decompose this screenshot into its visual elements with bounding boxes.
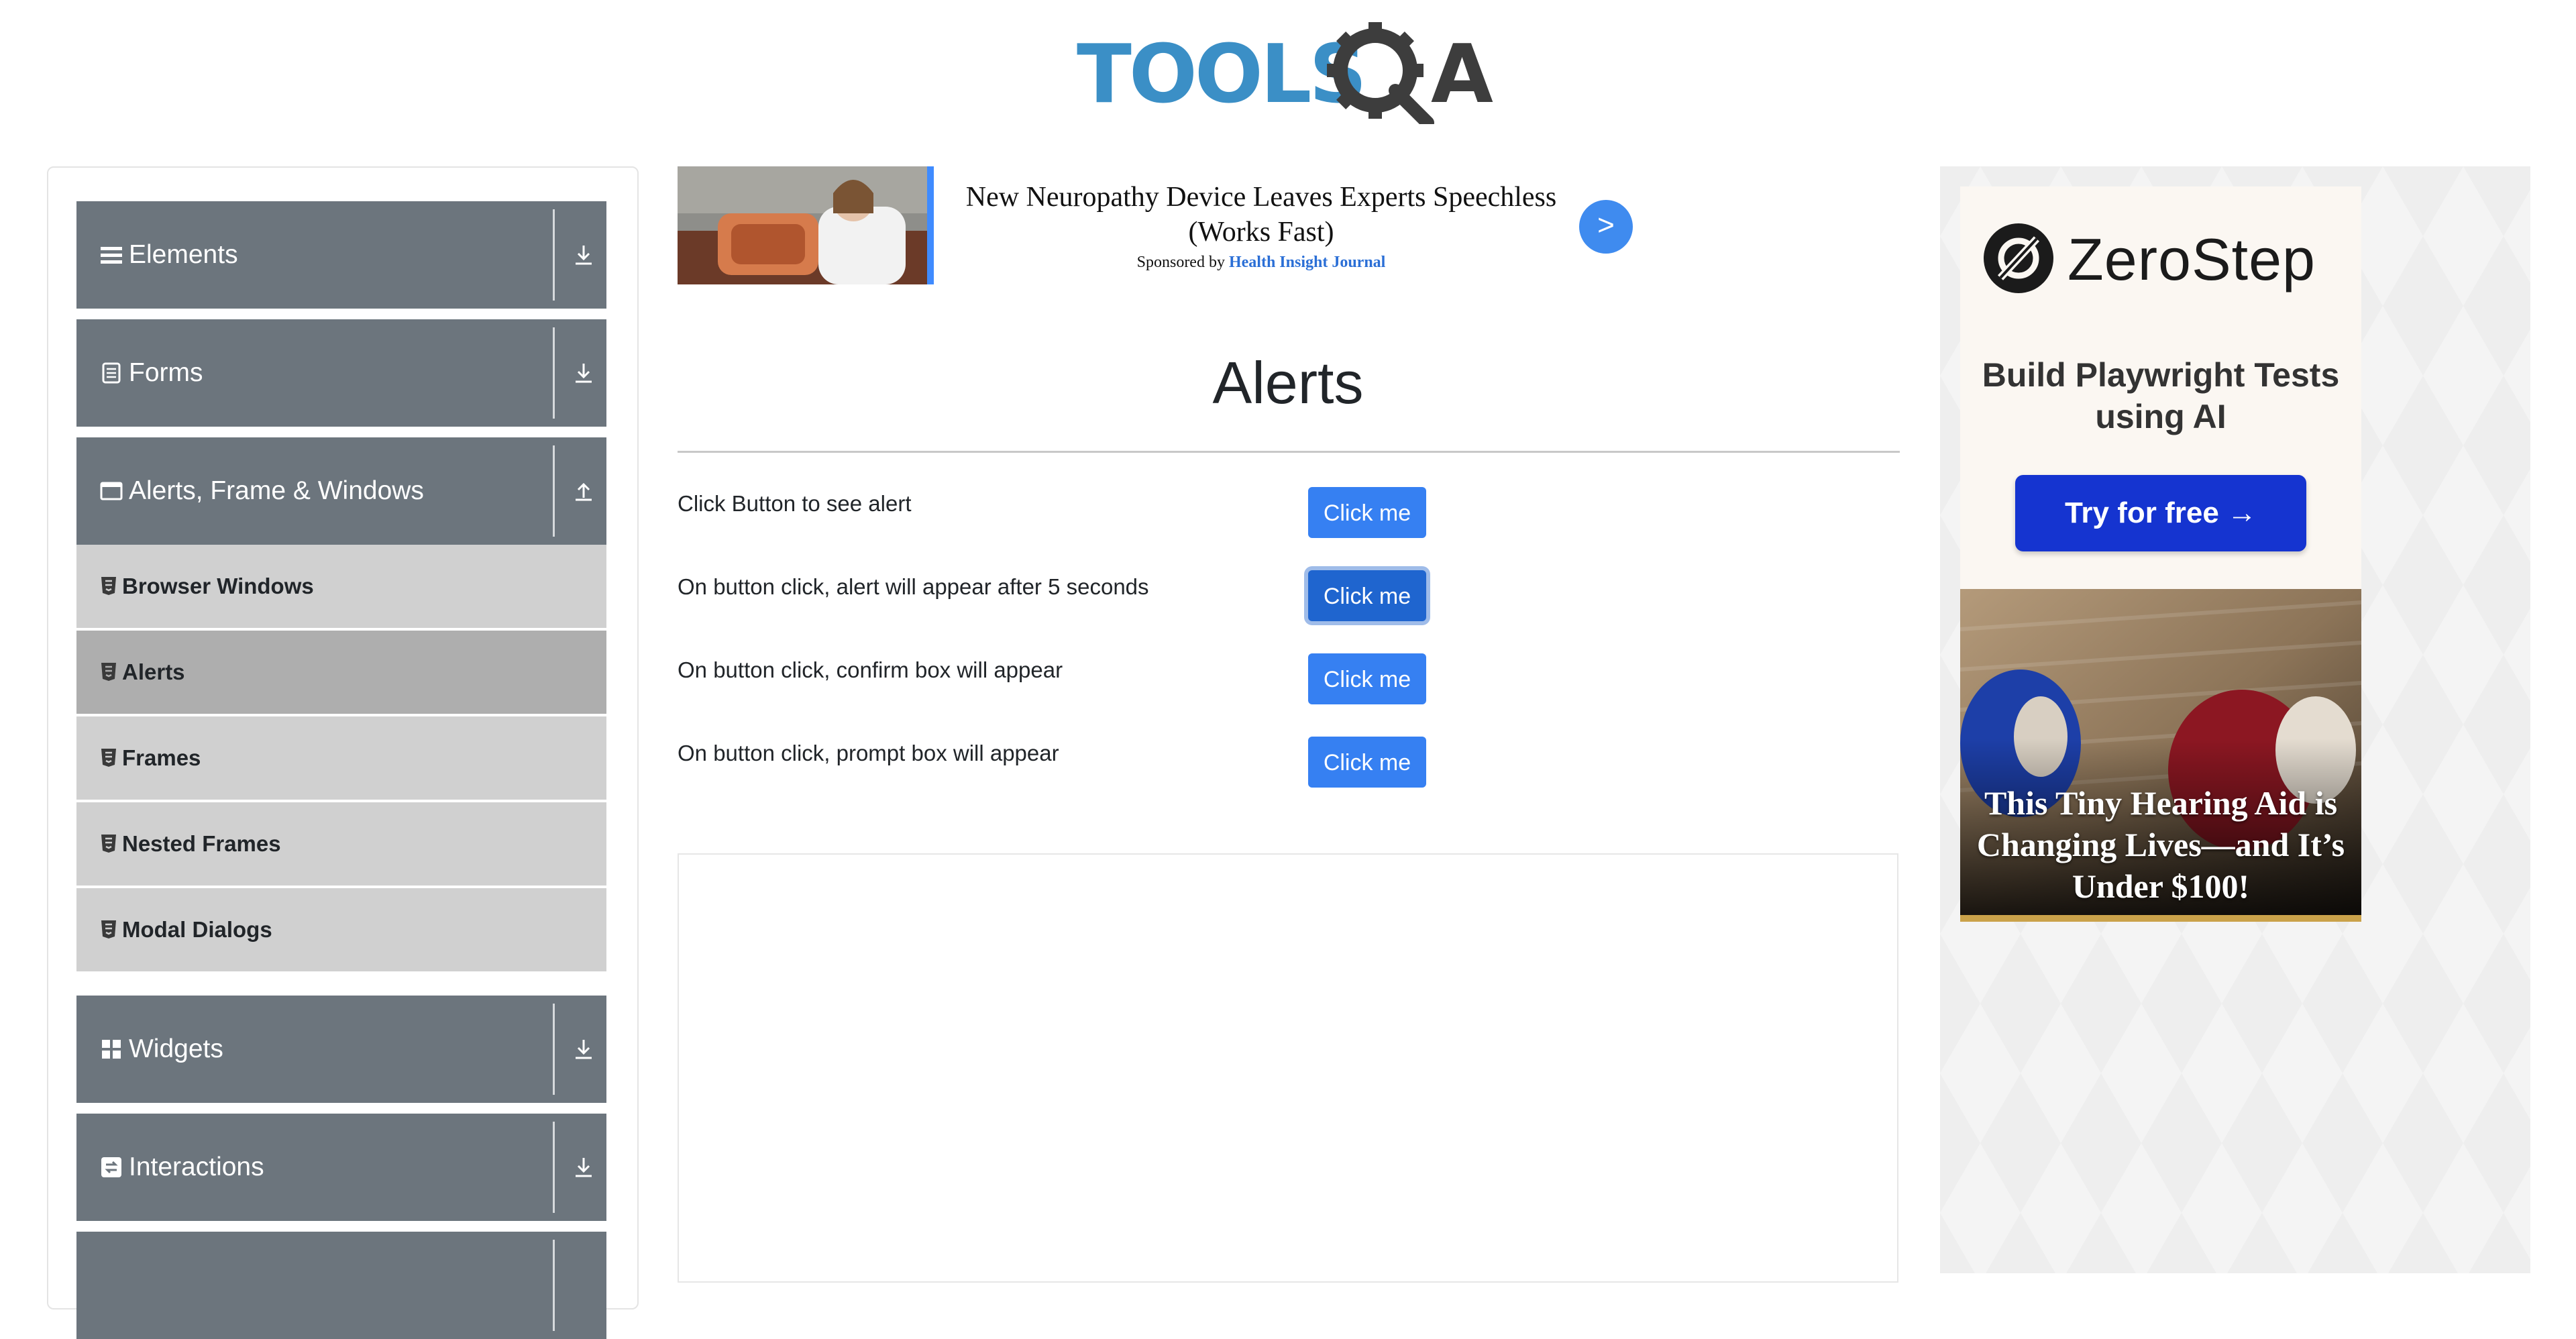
sidebar-item-label: Nested Frames: [122, 831, 281, 856]
html5-icon: [101, 835, 116, 853]
download-arrow-icon[interactable]: [570, 242, 597, 268]
document-icon: [102, 362, 121, 384]
sidebar-item-nested-frames[interactable]: Nested Frames: [76, 802, 606, 886]
sidebar-item-alerts[interactable]: Alerts: [76, 631, 606, 714]
download-arrow-icon[interactable]: [570, 360, 597, 386]
try-for-free-button[interactable]: Try for free →: [2015, 475, 2306, 551]
sidebar-group-label: Interactions: [129, 1153, 264, 1181]
sidebar-group-label: Forms: [129, 358, 203, 387]
sidebar-group-label: Elements: [129, 240, 238, 269]
zerostep-tagline: Build Playwright Tests using AI: [1982, 356, 2340, 435]
sidebar-item-frames[interactable]: Frames: [76, 716, 606, 800]
sidebar-item-label: Browser Windows: [122, 574, 314, 598]
divider: [678, 451, 1900, 453]
sidebar-group-widgets[interactable]: Widgets: [76, 996, 606, 1103]
alert-button[interactable]: Click me: [1308, 487, 1426, 538]
prompt-row-label: On button click, prompt box will appear: [678, 741, 1059, 765]
sidebar-item-modal-dialogs[interactable]: Modal Dialogs: [76, 888, 606, 971]
divider: [553, 1004, 555, 1095]
interaction-icon: [101, 1157, 121, 1177]
html5-icon: [101, 663, 116, 681]
ad-sponsor-line: Sponsored by Health Insight Journal: [959, 254, 1563, 272]
sidebar-ad: ZeroStep Build Playwright Tests using AI…: [1940, 166, 2530, 1273]
page-title: Alerts: [1212, 350, 1364, 416]
sidebar-item-label: Modal Dialogs: [122, 917, 272, 942]
svg-text:TOOLS: TOOLS: [1077, 28, 1364, 121]
timer-alert-button[interactable]: Click me: [1308, 570, 1426, 621]
confirm-button[interactable]: Click me: [1308, 653, 1426, 704]
upload-arrow-icon[interactable]: [570, 478, 597, 504]
zerostep-ad[interactable]: ZeroStep Build Playwright Tests using AI…: [1960, 186, 2361, 589]
divider: [553, 327, 555, 419]
divider: [553, 445, 555, 537]
ad-sponsor-prefix: Sponsored by: [1136, 254, 1225, 271]
hearing-aid-ad[interactable]: This Tiny Hearing Aid is Changing Lives—…: [1960, 589, 2361, 922]
sidebar-group-label: Widgets: [129, 1034, 223, 1063]
zerostep-logo-icon: [1984, 223, 2053, 293]
sidebar-group-label: Alerts, Frame & Windows: [129, 476, 424, 505]
ad-photo: [678, 166, 927, 284]
divider: [553, 1122, 555, 1213]
toolsqa-logo[interactable]: TOOLS A: [1077, 20, 1513, 124]
ad-go-button[interactable]: >: [1579, 200, 1633, 254]
html5-icon: [101, 920, 116, 939]
empty-ad-frame: [678, 853, 1898, 1283]
banner-ad[interactable]: New Neuropathy Device Leaves Experts Spe…: [678, 166, 1637, 284]
confirm-row-label: On button click, confirm box will appear: [678, 657, 1063, 682]
timer-alert-row-label: On button click, alert will appear after…: [678, 574, 1149, 599]
ad-sponsor-name[interactable]: Health Insight Journal: [1229, 254, 1385, 271]
sidebar-group-forms[interactable]: Forms: [76, 319, 606, 427]
ad-accent-bar: [1960, 915, 2361, 922]
grid-icon: [102, 1040, 121, 1059]
ad-accent-bar: [927, 166, 934, 284]
sidebar-menu: Elements Forms Alerts, Frame & Windows B…: [47, 166, 639, 1339]
sidebar-group-interactions[interactable]: Interactions: [76, 1114, 606, 1221]
svg-text:A: A: [1431, 28, 1493, 121]
sidebar-group-elements[interactable]: Elements: [76, 201, 606, 309]
ad-headline[interactable]: New Neuropathy Device Leaves Experts Spe…: [959, 180, 1563, 250]
sidebar-group-alerts-frame-windows[interactable]: Alerts, Frame & Windows: [76, 437, 606, 545]
divider: [553, 1240, 555, 1331]
hamburger-icon: [101, 247, 122, 264]
sidebar-item-label: Alerts: [122, 659, 185, 684]
hearing-aid-headline[interactable]: This Tiny Hearing Aid is Changing Lives—…: [1960, 782, 2361, 907]
divider: [553, 209, 555, 301]
alert-row-label: Click Button to see alert: [678, 491, 912, 516]
download-arrow-icon[interactable]: [570, 1154, 597, 1181]
html5-icon: [101, 577, 116, 595]
download-arrow-icon[interactable]: [570, 1036, 597, 1063]
sidebar-item-label: Frames: [122, 745, 201, 770]
prompt-button[interactable]: Click me: [1308, 737, 1426, 788]
sidebar-item-browser-windows[interactable]: Browser Windows: [76, 545, 606, 628]
html5-icon: [101, 749, 116, 767]
window-icon: [100, 482, 123, 500]
zerostep-brand: ZeroStep: [2068, 226, 2316, 292]
sidebar-group-more[interactable]: [76, 1232, 606, 1339]
